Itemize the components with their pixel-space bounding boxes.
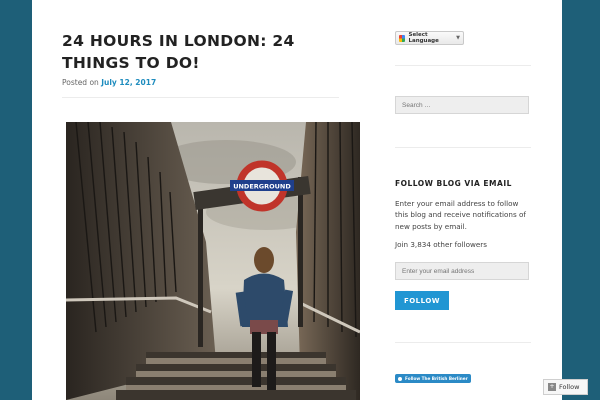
language-selector[interactable]: Select Language ▼ xyxy=(395,31,464,45)
search-input[interactable] xyxy=(395,96,529,114)
underground-sign-text: UNDERGROUND xyxy=(233,183,291,191)
chevron-down-icon: ▼ xyxy=(456,35,460,41)
email-field[interactable] xyxy=(395,262,529,280)
follow-widget-description: Enter your email address to follow this … xyxy=(395,199,526,231)
right-frame xyxy=(562,0,600,400)
twitter-follow-label: Follow The British Berliner xyxy=(405,376,468,381)
floating-follow-button[interactable]: + Follow xyxy=(543,379,588,395)
hero-image: UNDERGROUND xyxy=(66,122,360,400)
plus-icon: + xyxy=(548,383,556,391)
post-divider xyxy=(62,97,339,98)
follow-button[interactable]: FOLLOW xyxy=(395,291,449,310)
google-translate-icon xyxy=(399,34,406,42)
twitter-bird-icon xyxy=(398,376,402,381)
page-content: 24 HOURS IN LONDON: 24 THINGS TO DO! Pos… xyxy=(32,0,562,400)
followers-count: Join 3,834 other followers xyxy=(395,240,487,249)
sidebar-divider xyxy=(395,65,531,66)
twitter-follow-button[interactable]: Follow The British Berliner xyxy=(395,374,471,383)
post-title[interactable]: 24 HOURS IN LONDON: 24 THINGS TO DO! xyxy=(62,30,332,74)
language-selector-label: Select Language xyxy=(408,32,439,44)
underground-stairs-photo: UNDERGROUND xyxy=(66,122,360,400)
post-date-link[interactable]: July 12, 2017 xyxy=(101,78,156,87)
posted-on-label: Posted on xyxy=(62,78,99,87)
sidebar-divider xyxy=(395,147,531,148)
follow-widget-title: FOLLOW BLOG VIA EMAIL xyxy=(395,179,512,188)
sidebar-divider xyxy=(395,342,531,343)
post-meta: Posted on July 12, 2017 xyxy=(62,78,156,87)
left-frame xyxy=(0,0,32,400)
floating-follow-label: Follow xyxy=(559,383,580,391)
